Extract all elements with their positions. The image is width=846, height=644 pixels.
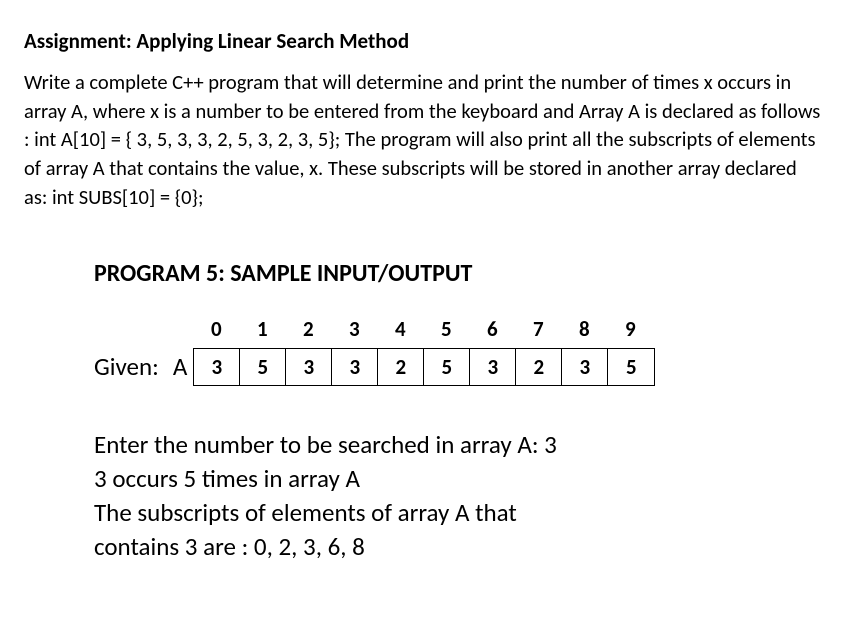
- value-cell: 3: [562, 349, 608, 385]
- index-cell: 7: [515, 316, 561, 348]
- assignment-title: Assignment: Applying Linear Search Metho…: [24, 28, 822, 54]
- value-cell: 3: [194, 349, 240, 385]
- value-cell: 2: [378, 349, 424, 385]
- value-cell: 5: [240, 349, 286, 385]
- index-cell: 2: [285, 316, 331, 348]
- value-cell: 3: [332, 349, 378, 385]
- value-cell: 2: [516, 349, 562, 385]
- output-line: 3 occurs 5 times in array A: [94, 462, 822, 496]
- index-cell: 0: [193, 316, 239, 348]
- index-cell: 4: [377, 316, 423, 348]
- value-cell: 5: [424, 349, 470, 385]
- sample-output: Enter the number to be searched in array…: [94, 428, 822, 563]
- index-cell: 1: [239, 316, 285, 348]
- index-cell: 9: [607, 316, 653, 348]
- index-cell: 8: [561, 316, 607, 348]
- index-cell: 3: [331, 316, 377, 348]
- given-row: Given: A 0 1 2 3 4 5 6 7 8 9 3 5 3 3 2 5…: [94, 316, 822, 386]
- assignment-description: Write a complete C++ program that will d…: [24, 68, 822, 211]
- output-line: Enter the number to be searched in array…: [94, 428, 822, 462]
- array-value-row: 3 5 3 3 2 5 3 2 3 5: [193, 348, 655, 386]
- output-line: The subscripts of elements of array A th…: [94, 496, 822, 530]
- given-label: Given:: [94, 351, 159, 386]
- index-cell: 6: [469, 316, 515, 348]
- section-heading: PROGRAM 5: SAMPLE INPUT/OUTPUT: [94, 259, 822, 288]
- array-name-label: A: [173, 351, 187, 386]
- array-index-row: 0 1 2 3 4 5 6 7 8 9: [193, 316, 655, 348]
- output-line: contains 3 are : 0, 2, 3, 6, 8: [94, 530, 822, 564]
- index-cell: 5: [423, 316, 469, 348]
- value-cell: 3: [286, 349, 332, 385]
- array-block: 0 1 2 3 4 5 6 7 8 9 3 5 3 3 2 5 3 2 3 5: [193, 316, 655, 386]
- value-cell: 3: [470, 349, 516, 385]
- value-cell: 5: [608, 349, 654, 385]
